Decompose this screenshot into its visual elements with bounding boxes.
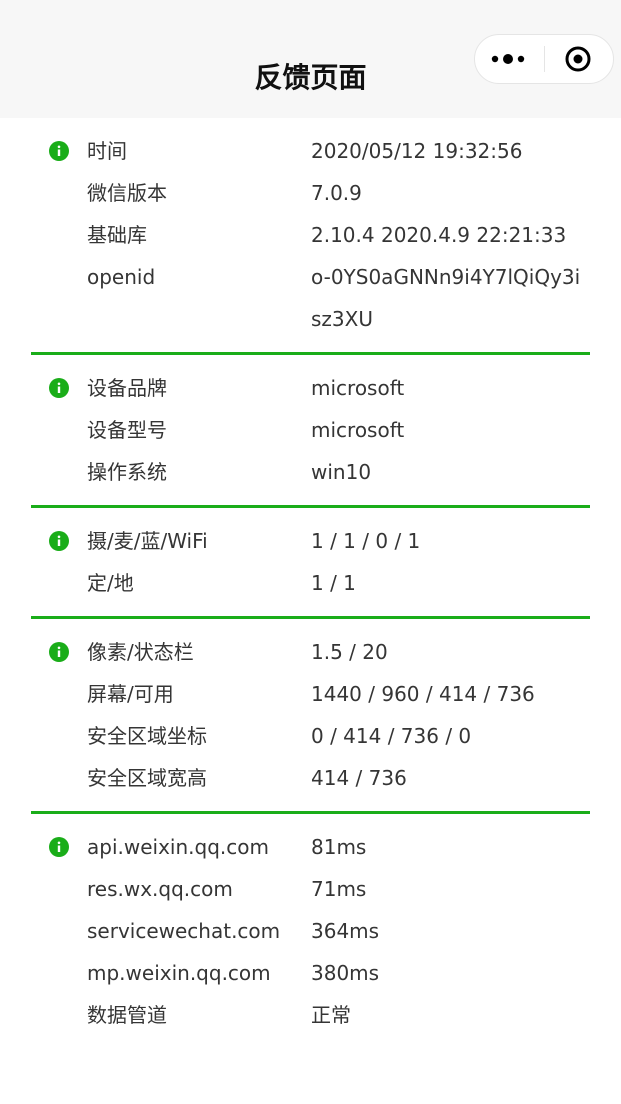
info-row: 安全区域坐标 0 / 414 / 736 / 0 — [31, 715, 590, 757]
info-label: 微信版本 — [87, 181, 167, 205]
info-label: api.weixin.qq.com — [87, 835, 269, 859]
info-label: 设备型号 — [87, 418, 167, 442]
info-label: 设备品牌 — [87, 376, 167, 400]
info-value: 380ms — [311, 961, 380, 985]
info-row: openid o-0YS0aGNNn9i4Y7lQiQy3isz3XU — [31, 256, 590, 340]
info-label: servicewechat.com — [87, 919, 281, 943]
info-label: openid — [87, 265, 156, 289]
info-label: mp.weixin.qq.com — [87, 961, 271, 985]
info-label: res.wx.qq.com — [87, 877, 233, 901]
info-icon — [49, 531, 69, 551]
info-icon — [49, 378, 69, 398]
info-label: 数据管道 — [87, 1003, 167, 1027]
info-value: win10 — [311, 460, 372, 484]
info-row: 时间 2020/05/12 19:32:56 — [31, 130, 590, 172]
info-row: 数据管道 正常 — [31, 994, 590, 1036]
info-label: 屏幕/可用 — [87, 682, 174, 706]
info-label: 安全区域宽高 — [87, 766, 207, 790]
info-row: servicewechat.com 364ms — [31, 910, 590, 952]
info-value: 1 / 1 — [311, 571, 356, 595]
info-row: 微信版本 7.0.9 — [31, 172, 590, 214]
info-value: 1 / 1 / 0 / 1 — [311, 529, 421, 553]
info-label: 操作系统 — [87, 460, 167, 484]
info-row: api.weixin.qq.com 81ms — [31, 826, 590, 868]
info-value: 7.0.9 — [311, 181, 362, 205]
info-row: 屏幕/可用 1440 / 960 / 414 / 736 — [31, 673, 590, 715]
info-icon — [49, 141, 69, 161]
target-close-icon[interactable] — [545, 35, 614, 83]
info-row: mp.weixin.qq.com 380ms — [31, 952, 590, 994]
info-value: microsoft — [311, 376, 405, 400]
more-dots-icon[interactable] — [475, 35, 544, 83]
info-row: res.wx.qq.com 71ms — [31, 868, 590, 910]
info-section-permissions: 摄/麦/蓝/WiFi 1 / 1 / 0 / 1 定/地 1 / 1 — [31, 508, 590, 619]
info-row: 定/地 1 / 1 — [31, 562, 590, 604]
info-section-device: 设备品牌 microsoft 设备型号 microsoft 操作系统 win10 — [31, 355, 590, 508]
info-section-network: api.weixin.qq.com 81ms res.wx.qq.com 71m… — [31, 814, 590, 1048]
info-value: 正常 — [311, 1003, 351, 1027]
info-icon — [49, 642, 69, 662]
info-row: 摄/麦/蓝/WiFi 1 / 1 / 0 / 1 — [31, 520, 590, 562]
info-row: 设备品牌 microsoft — [31, 367, 590, 409]
menu-capsule — [474, 34, 614, 84]
info-value: 414 / 736 — [311, 766, 407, 790]
info-label: 摄/麦/蓝/WiFi — [87, 529, 208, 553]
info-value: 71ms — [311, 877, 367, 901]
info-value: microsoft — [311, 418, 405, 442]
info-value: 1440 / 960 / 414 / 736 — [311, 682, 535, 706]
info-value-openid: o-0YS0aGNNn9i4Y7lQiQy3isz3XU — [311, 265, 581, 331]
feedback-info-list: 时间 2020/05/12 19:32:56 微信版本 7.0.9 基础库 2.… — [0, 118, 621, 1048]
info-value: 81ms — [311, 835, 367, 859]
info-row: 安全区域宽高 414 / 736 — [31, 757, 590, 799]
info-label: 像素/状态栏 — [87, 640, 194, 664]
info-row: 像素/状态栏 1.5 / 20 — [31, 631, 590, 673]
info-value: 364ms — [311, 919, 380, 943]
info-row: 操作系统 win10 — [31, 451, 590, 493]
info-value: 0 / 414 / 736 / 0 — [311, 724, 472, 748]
info-value: 2020/05/12 19:32:56 — [311, 139, 523, 163]
info-value: 2.10.4 2020.4.9 22:21:33 — [311, 223, 567, 247]
info-icon — [49, 837, 69, 857]
info-row: 设备型号 microsoft — [31, 409, 590, 451]
info-label: 安全区域坐标 — [87, 724, 207, 748]
info-row: 基础库 2.10.4 2020.4.9 22:21:33 — [31, 214, 590, 256]
info-value: 1.5 / 20 — [311, 640, 388, 664]
info-label: 基础库 — [87, 223, 147, 247]
info-section-screen: 像素/状态栏 1.5 / 20 屏幕/可用 1440 / 960 / 414 /… — [31, 619, 590, 814]
info-label: 定/地 — [87, 571, 134, 595]
navigation-bar: 反馈页面 — [0, 0, 621, 118]
info-section-basic: 时间 2020/05/12 19:32:56 微信版本 7.0.9 基础库 2.… — [31, 118, 590, 355]
info-label: 时间 — [87, 139, 127, 163]
